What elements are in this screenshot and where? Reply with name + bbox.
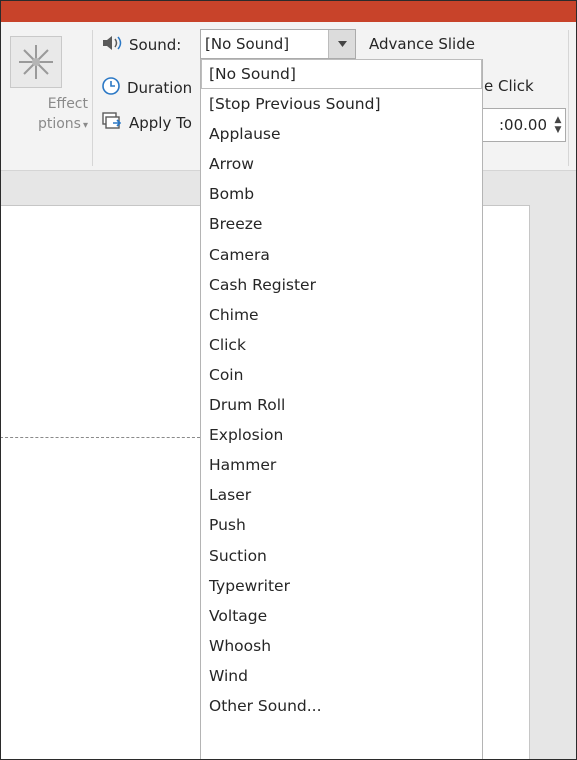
apply-to-all-icon bbox=[101, 111, 123, 135]
sound-option[interactable]: Laser bbox=[201, 480, 482, 510]
effect-options-label-2: ptions ▾ bbox=[37, 116, 88, 132]
spinner-arrows-icon[interactable]: ▲ ▼ bbox=[551, 115, 565, 135]
sound-option[interactable]: Hammer bbox=[201, 450, 482, 480]
sound-option[interactable]: Whoosh bbox=[201, 631, 482, 661]
after-time-input[interactable]: :00.00 ▲ ▼ bbox=[472, 108, 566, 142]
chevron-down-icon bbox=[337, 41, 347, 47]
sound-option[interactable]: Bomb bbox=[201, 179, 482, 209]
sound-option[interactable]: Voltage bbox=[201, 601, 482, 631]
sound-option[interactable]: Arrow bbox=[201, 149, 482, 179]
sound-option[interactable]: Breeze bbox=[201, 209, 482, 239]
sound-option[interactable]: Push bbox=[201, 510, 482, 540]
group-separator bbox=[92, 30, 93, 166]
sound-option[interactable]: [Stop Previous Sound] bbox=[201, 89, 482, 119]
sound-option[interactable]: Applause bbox=[201, 119, 482, 149]
title-bar-strip bbox=[0, 0, 577, 22]
sound-option[interactable]: Coin bbox=[201, 360, 482, 390]
apply-to-all-button[interactable]: Apply To bbox=[101, 110, 192, 136]
advance-slide-label: Advance Slide bbox=[369, 35, 475, 53]
chevron-down-icon: ▾ bbox=[82, 120, 88, 131]
sound-option[interactable]: [No Sound] bbox=[201, 59, 482, 90]
on-mouse-click-label[interactable]: e Click bbox=[484, 77, 534, 95]
apply-to-all-label: Apply To bbox=[129, 114, 192, 132]
duration-row: Duration bbox=[101, 75, 192, 101]
after-time-value: :00.00 bbox=[499, 116, 547, 134]
placeholder-dashed-border bbox=[0, 437, 200, 438]
effect-options-label: Effect bbox=[47, 96, 88, 112]
sound-row: Sound: bbox=[101, 32, 181, 58]
sound-option[interactable]: Click bbox=[201, 330, 482, 360]
sound-select[interactable]: [No Sound] bbox=[200, 29, 356, 59]
speaker-icon bbox=[101, 34, 123, 56]
star-burst-icon bbox=[19, 45, 53, 79]
sound-dropdown-list[interactable]: [No Sound] [Stop Previous Sound] Applause A… bbox=[200, 59, 483, 760]
sound-label: Sound: bbox=[129, 36, 182, 54]
group-separator-right bbox=[568, 30, 569, 166]
clock-icon bbox=[101, 76, 121, 100]
sound-option[interactable]: Suction bbox=[201, 541, 482, 571]
sound-option[interactable]: Wind bbox=[201, 661, 482, 691]
sound-option[interactable]: Cash Register bbox=[201, 270, 482, 300]
sound-option[interactable]: Explosion bbox=[201, 420, 482, 450]
sound-option[interactable]: Drum Roll bbox=[201, 390, 482, 420]
duration-label: Duration bbox=[127, 79, 193, 97]
effect-options-button[interactable] bbox=[10, 36, 62, 88]
sound-select-value: [No Sound] bbox=[205, 35, 290, 53]
sound-option[interactable]: Camera bbox=[201, 240, 482, 270]
sound-option[interactable]: Typewriter bbox=[201, 571, 482, 601]
sound-dropdown-button[interactable] bbox=[328, 30, 355, 58]
sound-option[interactable]: Chime bbox=[201, 300, 482, 330]
sound-option[interactable]: Other Sound... bbox=[201, 691, 482, 721]
